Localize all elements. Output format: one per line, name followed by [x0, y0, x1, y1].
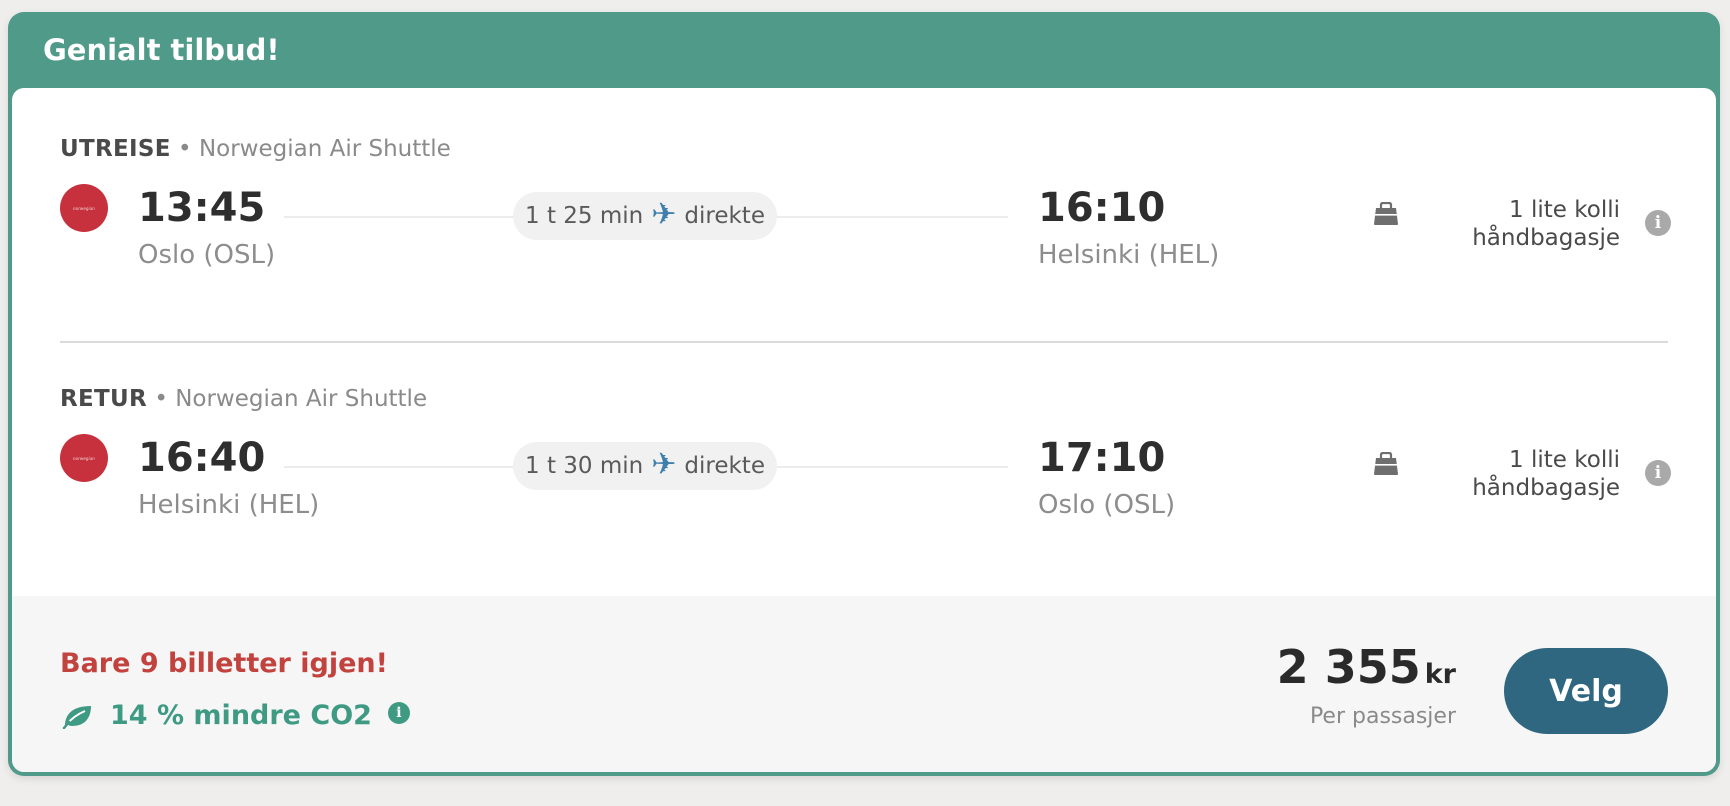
- leg-label: RETUR • Norwegian Air Shuttle: [60, 386, 427, 412]
- info-icon[interactable]: i: [1645, 210, 1671, 236]
- departure-time: 16:40: [138, 435, 266, 481]
- duration: 1 t 30 min: [525, 453, 644, 479]
- stops: direkte: [684, 203, 765, 229]
- baggage-line-2: håndbagasje: [1472, 475, 1620, 501]
- duration-pill: 1 t 30 min ✈ direkte: [513, 442, 777, 490]
- separator: •: [178, 136, 192, 162]
- airline-name: Norwegian Air Shuttle: [175, 386, 428, 412]
- baggage-line-1: 1 lite kolli: [1509, 197, 1620, 223]
- arrival-time: 17:10: [1038, 435, 1166, 481]
- info-icon[interactable]: i: [1645, 460, 1671, 486]
- baggage-line-2: håndbagasje: [1472, 225, 1620, 251]
- leg-return: RETUR • Norwegian Air Shuttle norwegian …: [12, 386, 1716, 566]
- airplane-icon: ✈: [651, 197, 677, 232]
- offer-body: UTREISE • Norwegian Air Shuttle norwegia…: [12, 88, 1716, 772]
- offer-card[interactable]: Genialt tilbud! UTREISE • Norwegian Air …: [8, 12, 1720, 776]
- leg-label: UTREISE • Norwegian Air Shuttle: [60, 136, 451, 162]
- airline-logo: norwegian: [60, 434, 108, 482]
- tickets-left-notice: Bare 9 billetter igjen!: [60, 648, 388, 679]
- co2-info: 14 % mindre CO2 i: [60, 700, 410, 731]
- baggage-info: 1 lite kolli håndbagasje: [1472, 196, 1620, 252]
- arrival-time: 16:10: [1038, 185, 1166, 231]
- bag-icon: [1374, 202, 1398, 225]
- separator: •: [154, 386, 168, 412]
- departure-time: 13:45: [138, 185, 266, 231]
- baggage-info: 1 lite kolli håndbagasje: [1472, 446, 1620, 502]
- leaf-icon: [62, 705, 91, 729]
- airline-logo-text: norwegian: [73, 455, 95, 461]
- airplane-icon: ✈: [651, 447, 677, 482]
- arrival-airport: Helsinki (HEL): [1038, 240, 1220, 270]
- airline-logo-text: norwegian: [73, 205, 95, 211]
- duration: 1 t 25 min: [525, 203, 644, 229]
- leg-direction: UTREISE: [60, 136, 171, 162]
- duration-pill: 1 t 25 min ✈ direkte: [513, 192, 777, 240]
- airline-name: Norwegian Air Shuttle: [198, 136, 451, 162]
- arrival-airport: Oslo (OSL): [1038, 490, 1176, 520]
- info-icon[interactable]: i: [387, 701, 410, 724]
- co2-text: 14 % mindre CO2: [110, 700, 372, 731]
- leg-outbound: UTREISE • Norwegian Air Shuttle norwegia…: [12, 136, 1716, 316]
- airline-logo: norwegian: [60, 184, 108, 232]
- select-button[interactable]: Velg: [1504, 648, 1668, 734]
- departure-airport: Helsinki (HEL): [138, 490, 320, 520]
- bag-icon: [1374, 452, 1398, 475]
- departure-airport: Oslo (OSL): [138, 240, 276, 270]
- offer-footer: Bare 9 billetter igjen! 14 % mindre CO2 …: [12, 596, 1716, 772]
- price-amount: 2 355: [1276, 640, 1421, 694]
- leg-direction: RETUR: [60, 386, 147, 412]
- price-currency: kr: [1424, 659, 1456, 690]
- stops: direkte: [684, 453, 765, 479]
- price-per-passenger: Per passasjer: [1309, 704, 1456, 729]
- offer-title: Genialt tilbud!: [43, 33, 280, 67]
- leg-divider: [60, 341, 1668, 343]
- price-block: 2 355 kr Per passasjer: [1277, 644, 1456, 729]
- baggage-line-1: 1 lite kolli: [1509, 447, 1620, 473]
